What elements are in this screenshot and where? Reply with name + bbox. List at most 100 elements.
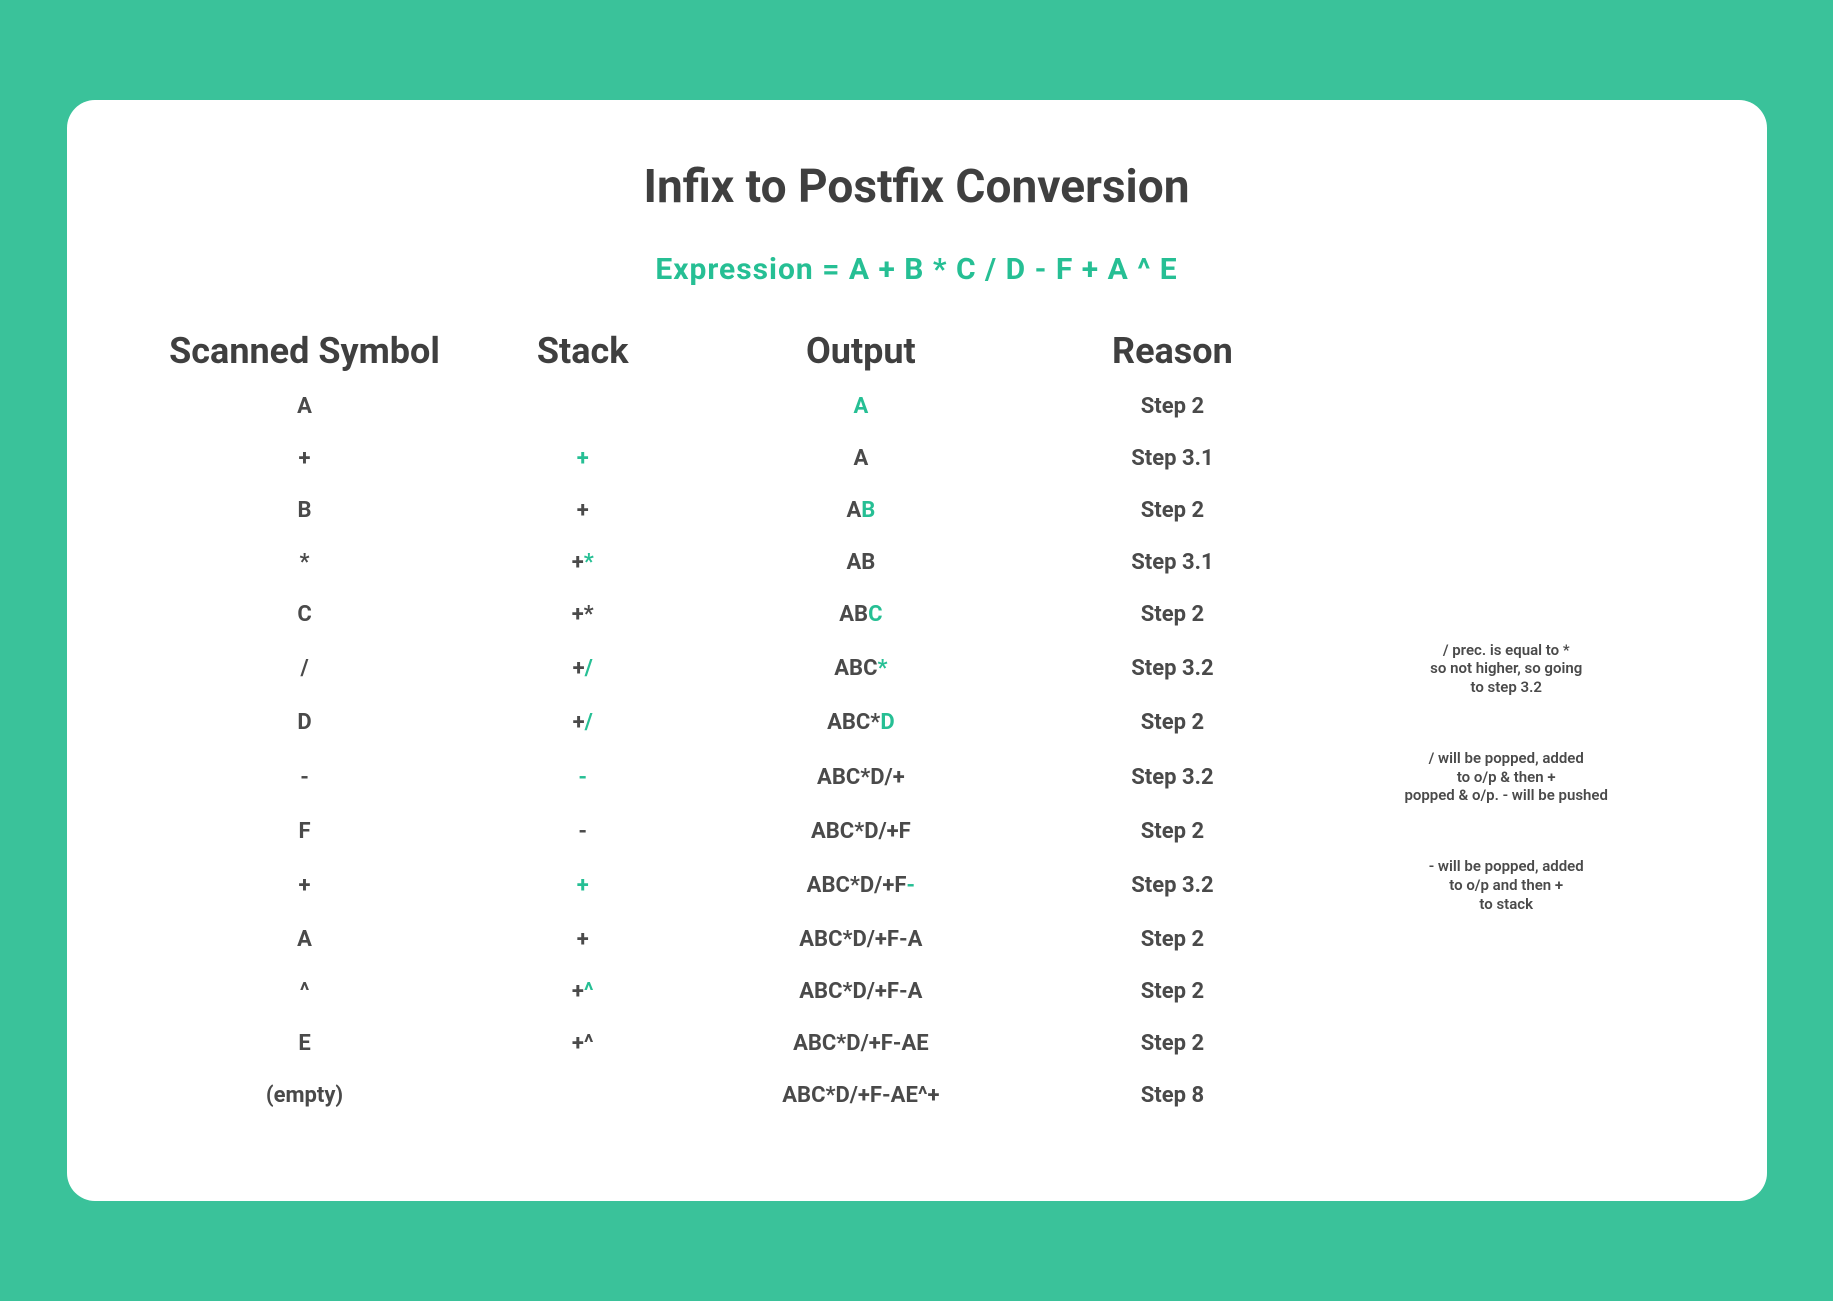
cell-output: ABC*D/+ [683, 765, 1039, 790]
cell-scanned: ^ [127, 979, 483, 1004]
cell-output: ABC*D/+F-AE [683, 1031, 1039, 1056]
table-row: + + ABC*D/+F-Step 3.2- will be popped, add… [127, 857, 1707, 913]
output-prefix: AB [846, 550, 875, 575]
output-prefix: AB [839, 602, 868, 627]
cell-scanned: C [127, 602, 483, 627]
cell-note: - will be popped, added to o/p and then … [1306, 857, 1707, 913]
stack-highlight: * [584, 550, 594, 575]
cell-stack: +/ [483, 710, 683, 735]
cell-reason: Step 2 [1039, 710, 1306, 735]
stack-highlight: / [585, 710, 593, 735]
stack-highlight: + [577, 873, 589, 898]
output-prefix: ABC*D/+ [817, 765, 905, 790]
cell-stack: + [483, 873, 683, 898]
cell-output: ABC*D/+F-A [683, 979, 1039, 1004]
cell-scanned: + [127, 446, 483, 471]
header-scanned: Scanned Symbol [127, 330, 483, 380]
cell-stack: +* [483, 550, 683, 575]
stack-highlight: + [577, 446, 589, 471]
output-prefix: ABC [834, 656, 877, 681]
cell-stack: +^ [483, 1031, 683, 1056]
cell-note: / prec. is equal to * so not higher, so … [1306, 641, 1707, 697]
stack-prefix: + [573, 710, 585, 735]
cell-reason: Step 2 [1039, 602, 1306, 627]
cell-stack: + [483, 446, 683, 471]
stack-prefix: + [573, 656, 585, 681]
table-row: C+*ABCStep 2 [127, 589, 1707, 641]
cell-reason: Step 3.1 [1039, 550, 1306, 575]
cell-output: ABC*D/+F-A [683, 927, 1039, 952]
cell-output: AB [683, 498, 1039, 523]
cell-scanned: D [127, 710, 483, 735]
cell-output: ABC [683, 602, 1039, 627]
stack-prefix: +* [572, 602, 594, 627]
output-prefix: ABC*D/+F-AE^+ [782, 1083, 939, 1108]
table-header-row: Scanned Symbol Stack Output Reason [127, 329, 1707, 381]
table-row: *+*ABStep 3.1 [127, 537, 1707, 589]
table-row: F - ABC*D/+F Step 2 [127, 805, 1707, 857]
cell-reason: Step 2 [1039, 498, 1306, 523]
output-highlight: * [877, 656, 887, 681]
cell-scanned: E [127, 1031, 483, 1056]
cell-output: ABC* [683, 656, 1039, 681]
cell-reason: Step 3.2 [1039, 873, 1306, 898]
cell-output: A [683, 446, 1039, 471]
cell-scanned: / [127, 656, 483, 681]
cell-scanned: F [127, 819, 483, 844]
table-row: B + ABStep 2 [127, 485, 1707, 537]
stack-prefix: - [578, 819, 587, 844]
stack-highlight: ^ [584, 979, 594, 1004]
stack-prefix: + [577, 927, 589, 952]
cell-reason: Step 2 [1039, 394, 1306, 419]
conversion-table: Scanned Symbol Stack Output Reason AASte… [127, 329, 1707, 1122]
table-row: (empty) ABC*D/+F-AE^+ Step 8 [127, 1069, 1707, 1121]
table-row: /+/ABC*Step 3.2/ prec. is equal to * so … [127, 641, 1707, 697]
table-row: --ABC*D/+Step 3.2/ will be popped, added… [127, 749, 1707, 805]
cell-stack: +^ [483, 979, 683, 1004]
stack-highlight: - [578, 765, 587, 790]
page-title: Infix to Postfix Conversion [127, 160, 1707, 214]
cell-scanned: A [127, 394, 483, 419]
output-prefix: ABC* [827, 710, 880, 735]
cell-scanned: + [127, 873, 483, 898]
cell-output: ABC*D/+F [683, 819, 1039, 844]
header-note [1306, 351, 1707, 359]
cell-scanned: A [127, 927, 483, 952]
cell-output: ABC*D [683, 710, 1039, 735]
table-row: AAStep 2 [127, 381, 1707, 433]
cell-reason: Step 3.2 [1039, 656, 1306, 681]
cell-reason: Step 2 [1039, 979, 1306, 1004]
cell-scanned: (empty) [127, 1083, 483, 1108]
cell-reason: Step 2 [1039, 927, 1306, 952]
table-row: ++AStep 3.1 [127, 433, 1707, 485]
output-highlight: - [906, 873, 915, 898]
table-row: E+^ABC*D/+F-AEStep 2 [127, 1017, 1707, 1069]
output-prefix: ABC*D/+F [811, 819, 911, 844]
table-row: D+/ABC*DStep 2 [127, 697, 1707, 749]
cell-output: AB [683, 550, 1039, 575]
stack-prefix: + [577, 498, 589, 523]
cell-reason: Step 2 [1039, 819, 1306, 844]
cell-stack: + [483, 498, 683, 523]
cell-scanned: - [127, 765, 483, 790]
cell-output: ABC*D/+F- [683, 873, 1039, 898]
stack-prefix: + [572, 550, 584, 575]
stack-prefix: +^ [572, 1031, 594, 1056]
cell-output: A [683, 394, 1039, 419]
output-prefix: ABC*D/+F-A [799, 927, 922, 952]
cell-reason: Step 8 [1039, 1083, 1306, 1108]
cell-stack: + [483, 927, 683, 952]
output-prefix: A [853, 446, 868, 471]
table-row: ^+^ABC*D/+F-AStep 2 [127, 965, 1707, 1017]
cell-output: ABC*D/+F-AE^+ [683, 1083, 1039, 1108]
cell-stack: - [483, 819, 683, 844]
stack-prefix: + [572, 979, 584, 1004]
cell-scanned: * [127, 550, 483, 575]
cell-reason: Step 3.2 [1039, 765, 1306, 790]
output-highlight: B [861, 498, 875, 523]
header-stack: Stack [483, 330, 683, 380]
cell-scanned: B [127, 498, 483, 523]
content-card: Infix to Postfix Conversion Expression =… [67, 100, 1767, 1202]
output-highlight: C [868, 602, 882, 627]
cell-stack: - [483, 765, 683, 790]
